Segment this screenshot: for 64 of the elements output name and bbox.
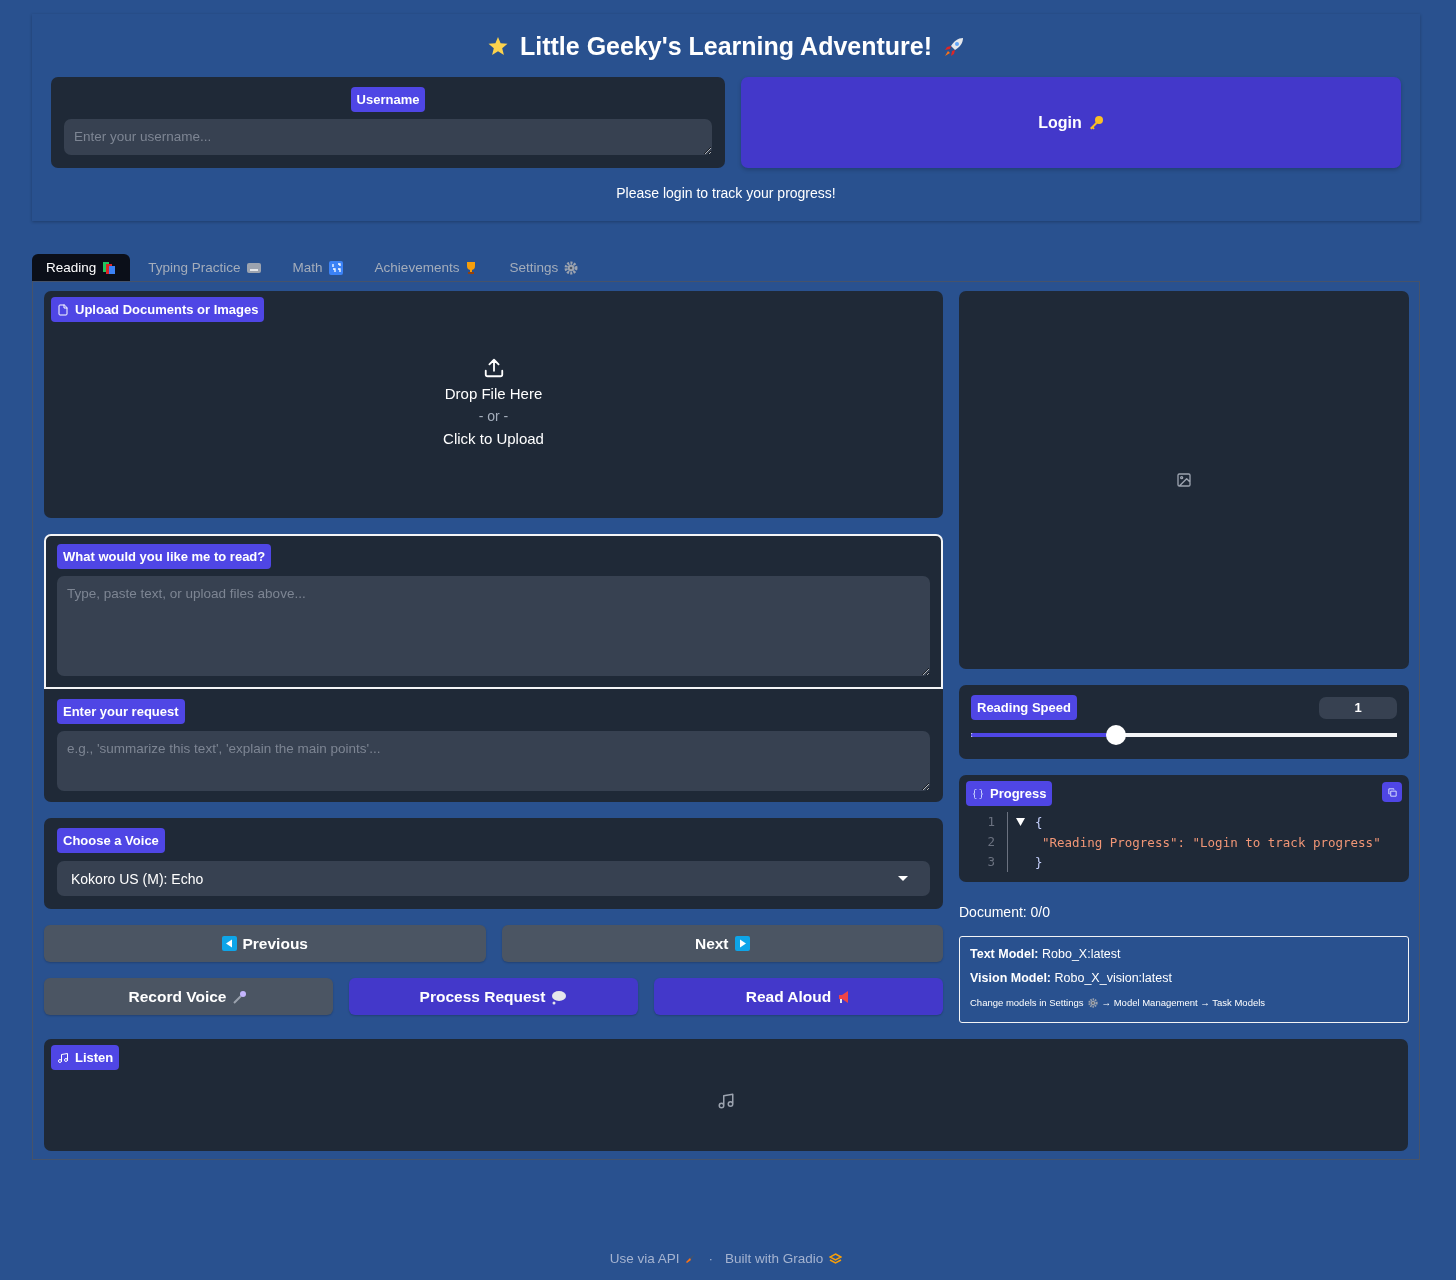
username-field[interactable]: Enter your username...: [64, 119, 712, 155]
previous-button[interactable]: Previous: [44, 925, 486, 962]
music-note-icon: [57, 1051, 69, 1064]
gradio-link[interactable]: Built with Gradio: [725, 1251, 843, 1266]
gear-icon: [1087, 997, 1098, 1008]
books-icon: [102, 260, 117, 275]
panel-label: Upload Documents or Images: [51, 297, 265, 322]
or-text: - or -: [478, 408, 509, 424]
numbers-icon: [328, 260, 343, 275]
hint-text: → Model Management → Task Models: [1101, 997, 1266, 1008]
music-note-icon: [717, 1091, 735, 1110]
collapse-caret-icon[interactable]: [1016, 818, 1025, 826]
tab[interactable]: Settings: [495, 254, 593, 281]
model-info: Vision Model: Robo_X_vision:latest: [970, 971, 1173, 985]
panel-label: Progress: [966, 781, 1053, 806]
copy-button[interactable]: [1382, 782, 1402, 802]
image-icon: [1176, 472, 1192, 488]
panel-label: Enter your request: [57, 699, 185, 724]
separator: ·: [708, 1251, 713, 1266]
read-text-field[interactable]: Type, paste text, or upload files above...: [57, 576, 930, 676]
speech-bubble-icon: [551, 988, 568, 1005]
document-counter: Document: 0/0: [959, 904, 1052, 920]
trophy-icon: [465, 260, 478, 275]
copy-icon: [1386, 786, 1398, 798]
slider-thumb[interactable]: [1105, 725, 1126, 745]
upload-icon: [482, 357, 505, 379]
login-status: Please login to track your progress!: [616, 185, 836, 201]
logo-icon: [829, 1252, 843, 1265]
app-title: Little Geeky's Learning Adventure!: [519, 32, 933, 61]
keyboard-icon: [246, 262, 261, 273]
panel-label: Choose a Voice: [57, 828, 165, 853]
json-entry: "Reading Progress": "Login to track progress": [1042, 834, 1381, 850]
upload-panel[interactable]: Upload Documents or Images Drop File Here - or - Click to Upload: [44, 291, 943, 518]
caret-icon: [898, 876, 908, 881]
action-button[interactable]: Record Voice: [44, 978, 333, 1015]
model-info: Text Model: Robo_X:latest: [970, 947, 1122, 961]
rocket-icon: [685, 1253, 697, 1264]
tab[interactable]: Typing Practice: [134, 254, 275, 281]
login-button[interactable]: Login: [741, 77, 1401, 168]
drop-text: Drop File Here: [444, 385, 543, 402]
tab[interactable]: Reading: [32, 254, 131, 281]
panel-label: What would you like me to read?: [57, 544, 272, 569]
json-brace: {: [1035, 814, 1043, 830]
request-field[interactable]: e.g., 'summarize this text', 'explain the main points'...: [57, 731, 930, 791]
voice-dropdown[interactable]: Kokoro US (M): Echo: [57, 861, 930, 896]
line-number: 1: [987, 813, 995, 831]
upload-text: Click to Upload: [443, 430, 544, 447]
json-brace: }: [1035, 854, 1043, 870]
speed-value[interactable]: 1: [1319, 696, 1397, 719]
action-button[interactable]: Process Request: [349, 978, 638, 1015]
braces-icon: [972, 787, 984, 800]
panel-label: Listen: [51, 1045, 120, 1070]
next-button[interactable]: Next: [501, 925, 943, 962]
panel-label: Reading Speed: [971, 695, 1077, 720]
line-number: 2: [987, 833, 995, 851]
hint-text: Change models in Settings: [970, 997, 1084, 1008]
gear-icon: [564, 260, 579, 275]
line-number: 3: [987, 853, 995, 871]
api-link[interactable]: Use via API: [609, 1251, 697, 1266]
field-label: Username: [350, 87, 426, 112]
microphone-icon: [232, 988, 249, 1005]
tab[interactable]: Achievements: [360, 254, 492, 281]
file-icon: [57, 303, 69, 316]
action-button[interactable]: Read Aloud: [654, 978, 943, 1015]
